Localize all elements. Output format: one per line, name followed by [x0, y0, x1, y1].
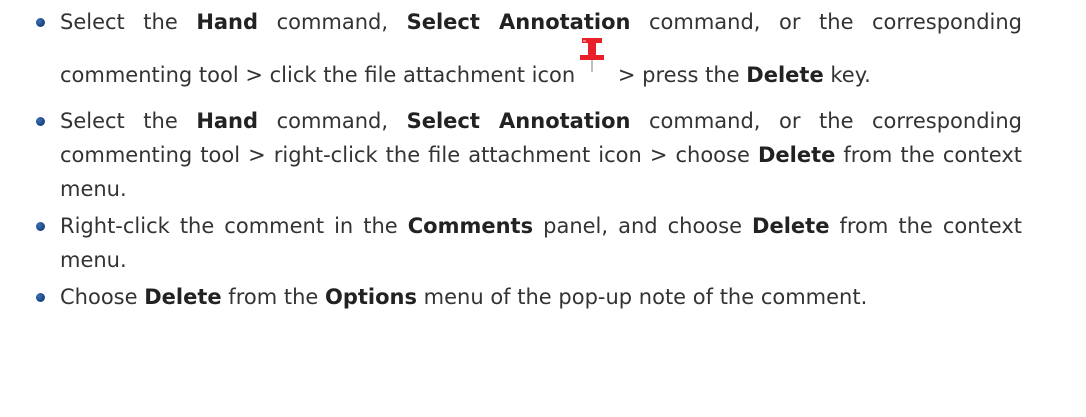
bullet-icon: [36, 222, 45, 231]
options-menu-label: Options: [324, 285, 417, 309]
item-text: from the: [221, 285, 325, 309]
pushpin-icon: [575, 38, 611, 84]
item-text: menu of the pop-up note of the comment.: [416, 285, 868, 309]
instruction-list: Select the Hand command, Select Annotati…: [0, 0, 1086, 314]
hand-command-label: Hand: [196, 10, 259, 34]
comments-panel-label: Comments: [407, 214, 534, 238]
item-text: Select the: [60, 10, 197, 34]
delete-key-label: Delete: [746, 63, 824, 87]
item-text: Right-click the comment in the: [60, 214, 408, 238]
select-annotation-command-label: Select Annotation: [406, 109, 631, 133]
bullet-icon: [36, 18, 45, 27]
bullet-icon: [36, 293, 45, 302]
delete-command-label: Delete: [144, 285, 222, 309]
item-text: command,: [258, 109, 407, 133]
list-item: Right-click the comment in the Comments …: [0, 209, 1022, 277]
hand-command-label: Hand: [196, 109, 259, 133]
delete-command-label: Delete: [752, 214, 830, 238]
delete-command-label: Delete: [757, 143, 836, 167]
item-text: > press the: [611, 63, 747, 87]
item-text: command,: [258, 10, 407, 34]
list-item: Select the Hand command, Select Annotati…: [0, 104, 1022, 206]
select-annotation-command-label: Select Annotation: [406, 10, 631, 34]
list-item: Select the Hand command, Select Annotati…: [0, 0, 1022, 101]
item-text: key.: [823, 63, 871, 87]
item-text: panel, and choose: [533, 214, 753, 238]
item-text: Choose: [60, 285, 145, 309]
list-item: Choose Delete from the Options menu of t…: [0, 280, 1022, 314]
item-text: Select the: [60, 109, 197, 133]
bullet-icon: [36, 117, 45, 126]
